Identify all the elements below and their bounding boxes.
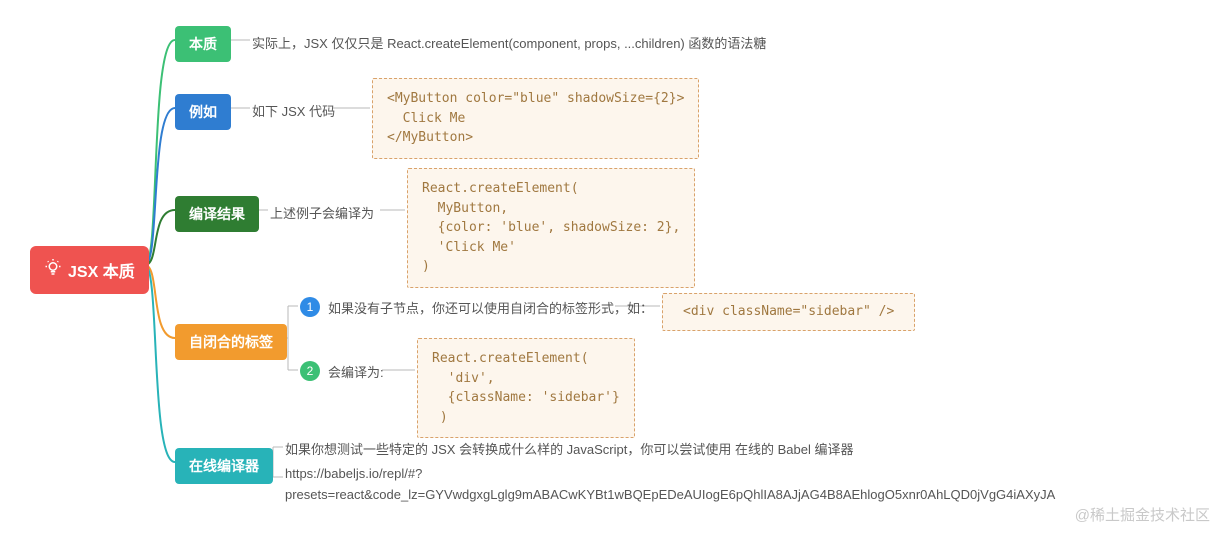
selfclosing-item-2-text: 会编译为: <box>328 362 384 381</box>
branch-compiled[interactable]: 编译结果 <box>175 196 259 232</box>
branch-online[interactable]: 在线编译器 <box>175 448 273 484</box>
watermark: @稀土掘金技术社区 <box>1075 504 1210 525</box>
online-line2: https://babeljs.io/repl/#?presets=react&… <box>285 464 1185 506</box>
selfclosing-item-1: 1 如果没有子节点，你还可以使用自闭合的标签形式，如： <box>300 297 653 317</box>
root-title: JSX 本质 <box>68 258 135 282</box>
selfclosing-item-1-code: <div className="sidebar" /> <box>662 293 915 331</box>
branch-selfclosing[interactable]: 自闭合的标签 <box>175 324 287 360</box>
selfclosing-item-2: 2 会编译为: <box>300 361 384 381</box>
branch-example[interactable]: 例如 <box>175 94 231 130</box>
compiled-code: React.createElement( MyButton, {color: '… <box>407 168 695 288</box>
example-text: 如下 JSX 代码 <box>252 101 335 120</box>
example-code: <MyButton color="blue" shadowSize={2}> C… <box>372 78 699 159</box>
num-badge-1: 1 <box>300 297 320 317</box>
root-node[interactable]: JSX 本质 <box>30 246 149 294</box>
selfclosing-item-1-text: 如果没有子节点，你还可以使用自闭合的标签形式，如： <box>328 298 653 317</box>
num-badge-2: 2 <box>300 361 320 381</box>
selfclosing-item-2-code: React.createElement( 'div', {className: … <box>417 338 635 438</box>
essence-text: 实际上，JSX 仅仅只是 React.createElement(compone… <box>252 33 766 52</box>
branch-essence[interactable]: 本质 <box>175 26 231 62</box>
online-line1: 如果你想测试一些特定的 JSX 会转换成什么样的 JavaScript，你可以尝… <box>285 439 853 458</box>
compiled-text: 上述例子会编译为 <box>270 203 374 222</box>
lightbulb-icon <box>44 259 62 282</box>
